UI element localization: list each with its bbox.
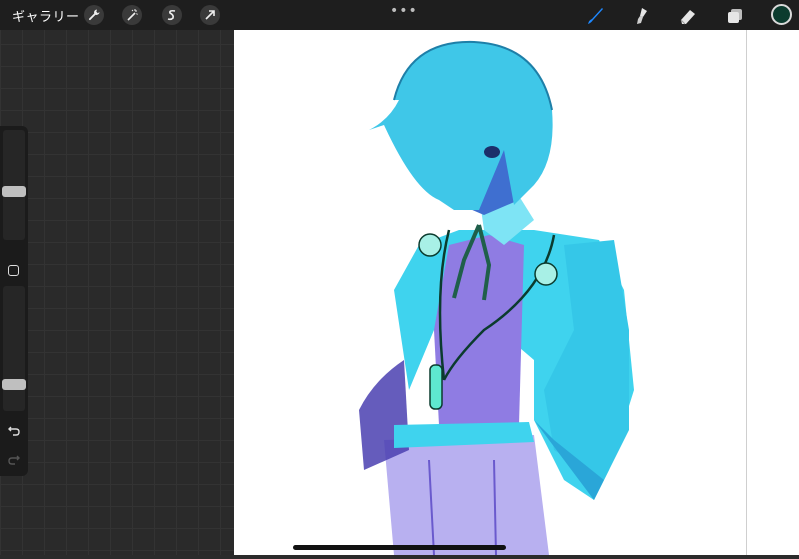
transform-arrow-icon[interactable] <box>200 5 220 25</box>
drawing-canvas[interactable] <box>234 30 799 556</box>
redo-icon[interactable] <box>7 452 21 466</box>
magic-wand-icon[interactable] <box>122 5 142 25</box>
layers-icon[interactable] <box>724 5 746 27</box>
top-toolbar: ギャラリー ••• <box>0 0 799 30</box>
artwork-illustration <box>359 40 634 556</box>
home-indicator[interactable] <box>293 545 506 550</box>
left-sidebar <box>0 126 28 476</box>
canvas-right-edge <box>746 30 747 555</box>
opacity-slider-thumb[interactable] <box>2 379 26 391</box>
gallery-button[interactable]: ギャラリー <box>12 6 80 25</box>
brush-size-slider-thumb[interactable] <box>2 186 26 198</box>
smudge-icon[interactable] <box>630 5 652 27</box>
workspace-grid-background <box>0 0 234 555</box>
undo-icon[interactable] <box>7 423 21 437</box>
brush-size-slider[interactable] <box>3 130 25 240</box>
brush-icon[interactable] <box>584 5 606 27</box>
current-color-swatch[interactable] <box>771 4 792 25</box>
modify-button[interactable] <box>8 265 19 276</box>
more-options-icon[interactable]: ••• <box>390 3 418 19</box>
wrench-icon[interactable] <box>84 5 104 25</box>
opacity-slider[interactable] <box>3 286 25 411</box>
eraser-icon[interactable] <box>676 5 698 27</box>
selection-s-icon[interactable] <box>162 5 182 25</box>
